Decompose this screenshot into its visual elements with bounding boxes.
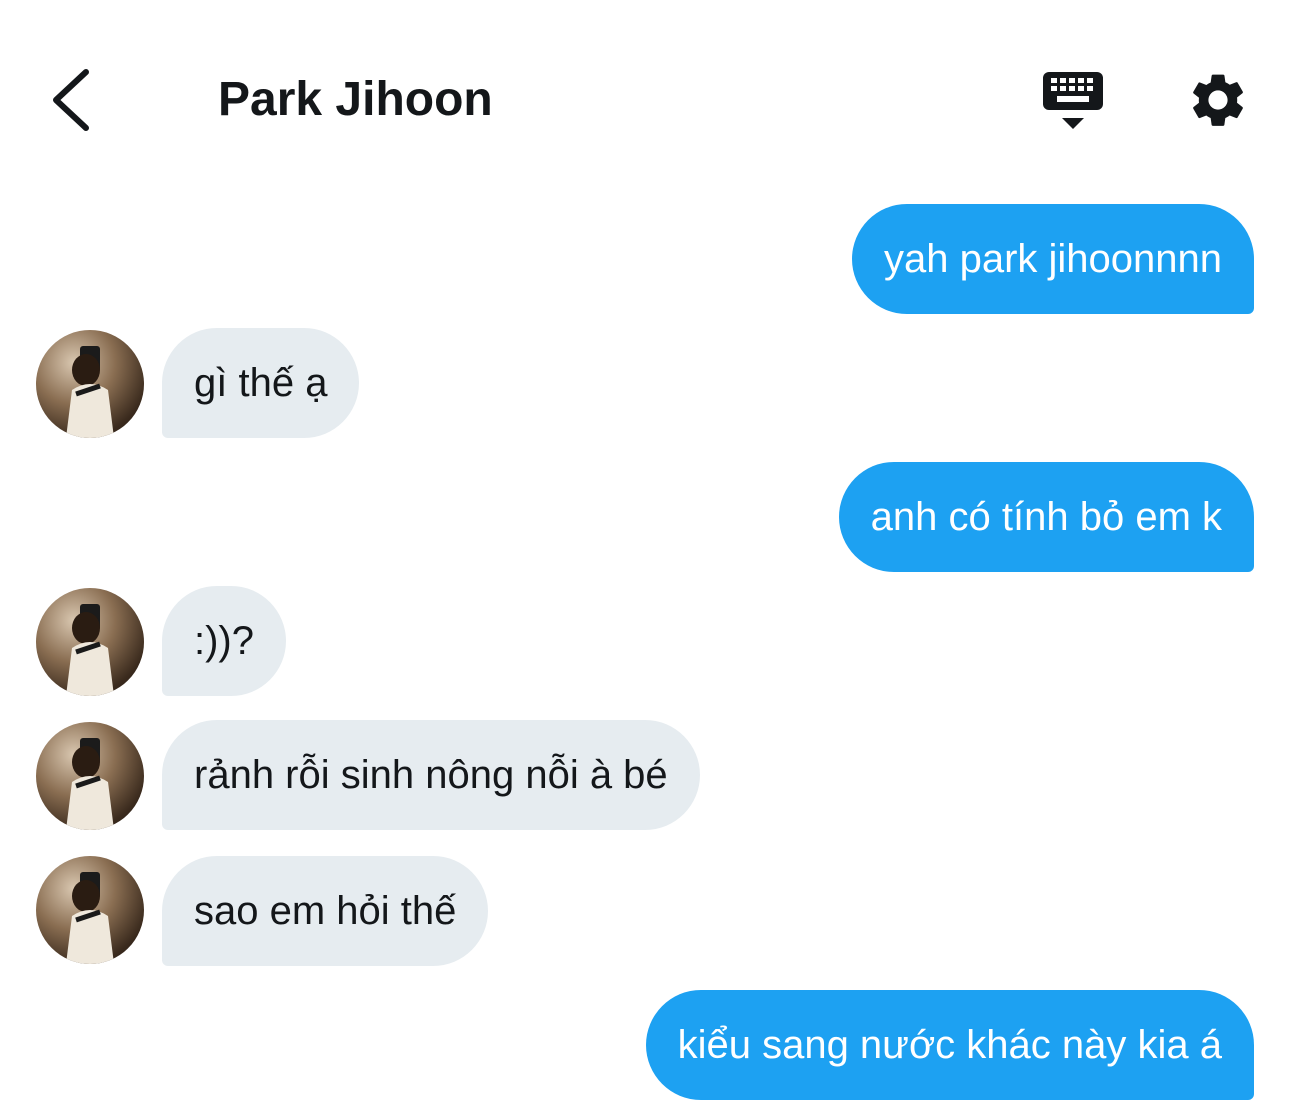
outgoing-message[interactable]: yah park jihoonnnn: [851, 204, 1254, 314]
avatar-photo-icon: [66, 346, 114, 438]
incoming-message[interactable]: :))?: [162, 586, 286, 696]
back-button[interactable]: [40, 62, 100, 138]
conversation-title: Park Jihoon: [218, 73, 493, 126]
settings-button[interactable]: [1186, 68, 1250, 132]
gear-icon: [1193, 74, 1243, 126]
avatar-photo-icon: [66, 604, 114, 696]
avatar-photo-icon: [66, 738, 114, 830]
incoming-message[interactable]: gì thế ạ: [162, 328, 360, 438]
avatar[interactable]: [36, 722, 144, 830]
outgoing-message[interactable]: kiểu sang nước khác này kia á: [645, 990, 1254, 1100]
incoming-message[interactable]: rảnh rỗi sinh nông nỗi à bé: [162, 720, 700, 830]
avatar[interactable]: [36, 856, 144, 964]
outgoing-message[interactable]: anh có tính bỏ em k: [838, 462, 1254, 572]
avatar-photo-icon: [66, 872, 114, 964]
keyboard-toggle-button[interactable]: [1040, 68, 1108, 134]
incoming-message[interactable]: sao em hỏi thế: [162, 856, 489, 966]
conversation-header: Park Jihoon: [0, 0, 1290, 190]
chevron-left-icon: [53, 69, 89, 131]
keyboard-icon: [1043, 72, 1103, 129]
avatar[interactable]: [36, 588, 144, 696]
avatar[interactable]: [36, 330, 144, 438]
